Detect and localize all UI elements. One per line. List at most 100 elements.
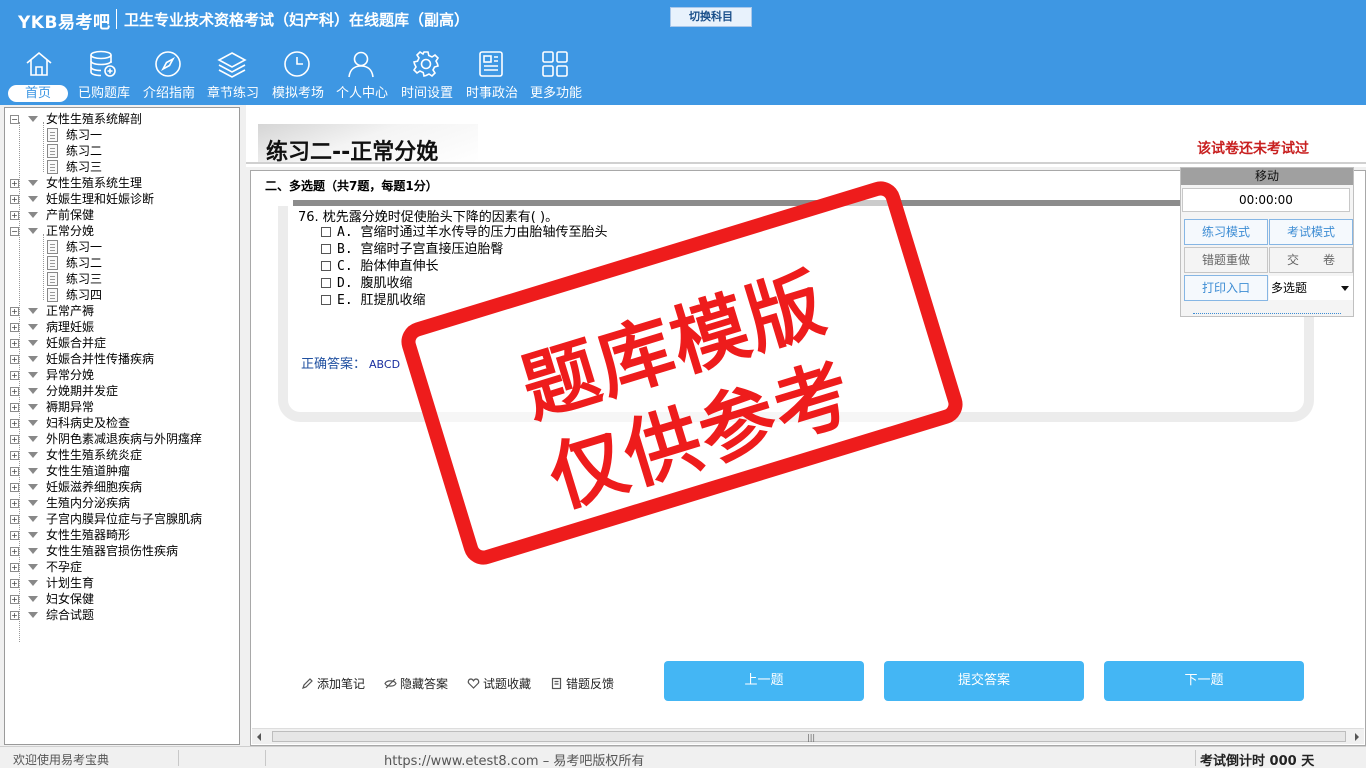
switch-subject-button[interactable]: 切换科目 [670, 7, 752, 27]
tree-item-label: 女性生殖系统解剖 [46, 112, 143, 126]
chevron-down-icon [1341, 286, 1349, 291]
tool-label: 隐藏答案 [400, 677, 449, 691]
expand-icon[interactable]: + [10, 387, 19, 396]
redo-wrong-button[interactable]: 错题重做 [1184, 247, 1268, 273]
option-checkbox[interactable] [321, 261, 331, 271]
expand-icon[interactable]: + [10, 499, 19, 508]
expand-icon[interactable]: + [10, 403, 19, 412]
move-handle[interactable]: 移动 [1181, 168, 1353, 185]
expand-icon[interactable]: + [10, 579, 19, 588]
collapse-icon[interactable]: − [10, 227, 19, 236]
chevron-down-icon [28, 452, 38, 458]
add-note-button[interactable]: 添加笔记 [301, 675, 365, 692]
nav-time-settings[interactable]: 时间设置 [395, 46, 459, 106]
nav-label: 时间设置 [400, 86, 453, 101]
nav-label: 已购题库 [77, 86, 130, 101]
app-logo: YKB易考吧 [18, 13, 111, 33]
scroll-left-icon[interactable] [257, 733, 261, 741]
tree-item-label: 综合试题 [46, 608, 95, 622]
expand-icon[interactable]: + [10, 547, 19, 556]
option-checkbox[interactable] [321, 278, 331, 288]
chevron-down-icon [28, 516, 38, 522]
tree-item-label: 产前保健 [46, 208, 95, 222]
hide-answer-button[interactable]: 隐藏答案 [384, 675, 448, 692]
expand-icon[interactable]: + [10, 515, 19, 524]
nav-mock-exam[interactable]: 模拟考场 [266, 46, 330, 106]
chevron-down-icon [28, 612, 38, 618]
tree-item-label: 妊娠滋养细胞疾病 [46, 480, 143, 494]
nav-guide[interactable]: 介绍指南 [137, 46, 201, 106]
nav-personal-center[interactable]: 个人中心 [330, 46, 394, 106]
expand-icon[interactable]: + [10, 339, 19, 348]
expand-icon[interactable]: + [10, 451, 19, 460]
expand-icon[interactable]: + [10, 467, 19, 476]
report-icon [551, 677, 562, 690]
option-d[interactable]: D. 腹肌收缩 [321, 276, 412, 292]
expand-icon[interactable]: + [10, 355, 19, 364]
practice-mode-button[interactable]: 练习模式 [1184, 219, 1268, 245]
option-a[interactable]: A. 宫缩时通过羊水传导的压力由胎轴传至胎头 [321, 225, 607, 241]
horizontal-scrollbar[interactable]: ||| [252, 728, 1364, 744]
layers-icon [217, 52, 247, 78]
tree-item-label: 练习三 [66, 160, 103, 174]
option-checkbox[interactable] [321, 295, 331, 305]
expand-icon[interactable]: + [10, 211, 19, 220]
expand-icon[interactable]: + [10, 595, 19, 604]
heart-icon [467, 678, 480, 689]
option-checkbox[interactable] [321, 244, 331, 254]
expand-icon[interactable]: + [10, 323, 19, 332]
expand-icon[interactable]: + [10, 307, 19, 316]
chapter-tree[interactable]: − 女性生殖系统解剖 练习一 练习二 练习三 + 女性生殖系统生理 + 妊娠生理和妊娠诊断 + 产前… [4, 107, 240, 745]
question-type-select[interactable]: 多选题 [1269, 276, 1353, 300]
option-label: B. 宫缩时子宫直接压迫胎臀 [337, 242, 504, 257]
option-e[interactable]: E. 肛提肌收缩 [321, 293, 425, 309]
chevron-down-icon [28, 228, 38, 234]
exam-mode-button[interactable]: 考试模式 [1269, 219, 1353, 245]
nav-purchased-banks[interactable]: 已购题库 [72, 46, 136, 106]
nav-label: 首页 [8, 85, 68, 102]
expand-icon[interactable]: + [10, 371, 19, 380]
nav-more[interactable]: 更多功能 [524, 46, 588, 106]
expand-icon[interactable]: + [10, 179, 19, 188]
favorite-button[interactable]: 试题收藏 [467, 675, 531, 692]
expand-icon[interactable]: + [10, 531, 19, 540]
option-checkbox[interactable] [321, 227, 331, 237]
nav-home[interactable]: 首页 [8, 46, 72, 106]
prev-question-button[interactable]: 上一题 [664, 661, 864, 701]
print-button[interactable]: 打印入口 [1184, 275, 1268, 301]
expand-icon[interactable]: + [10, 435, 19, 444]
welcome-text: 欢迎使用易考宝典 [13, 753, 110, 767]
tree-item-label: 练习一 [66, 128, 103, 142]
tree-item-label: 练习三 [66, 272, 103, 286]
chevron-down-icon [28, 196, 38, 202]
expand-icon[interactable]: + [10, 483, 19, 492]
expand-icon[interactable]: + [10, 419, 19, 428]
collapse-icon[interactable]: − [10, 115, 19, 124]
grid-icon [542, 51, 568, 77]
database-icon [90, 50, 116, 77]
next-question-button[interactable]: 下一题 [1104, 661, 1304, 701]
option-b[interactable]: B. 宫缩时子宫直接压迫胎臀 [321, 242, 503, 258]
submit-paper-button[interactable]: 交 卷 [1269, 247, 1353, 273]
nav-current-affairs[interactable]: 时事政治 [460, 46, 524, 106]
feedback-button[interactable]: 错题反馈 [550, 675, 614, 692]
tree-item-label: 女性生殖器官损伤性疾病 [46, 544, 179, 558]
tree-item-label: 正常分娩 [46, 224, 95, 238]
status-separator [265, 750, 266, 766]
tree-item-label: 妇科病史及检查 [46, 416, 131, 430]
chevron-down-icon [28, 404, 38, 410]
chevron-down-icon [28, 308, 38, 314]
scrollbar-grip-icon: ||| [807, 733, 816, 742]
option-label: E. 肛提肌收缩 [337, 293, 426, 308]
option-c[interactable]: C. 胎体伸直伸长 [321, 259, 438, 275]
copyright-text: https://www.etest8.com – 易考吧版权所有 [384, 754, 645, 768]
nav-label: 时事政治 [465, 86, 518, 101]
status-separator [178, 750, 179, 766]
expand-icon[interactable]: + [10, 195, 19, 204]
submit-answer-button[interactable]: 提交答案 [884, 661, 1084, 701]
nav-chapter-practice[interactable]: 章节练习 [201, 46, 265, 106]
scroll-right-icon[interactable] [1355, 733, 1359, 741]
expand-icon[interactable]: + [10, 611, 19, 620]
chevron-down-icon [28, 468, 38, 474]
expand-icon[interactable]: + [10, 563, 19, 572]
